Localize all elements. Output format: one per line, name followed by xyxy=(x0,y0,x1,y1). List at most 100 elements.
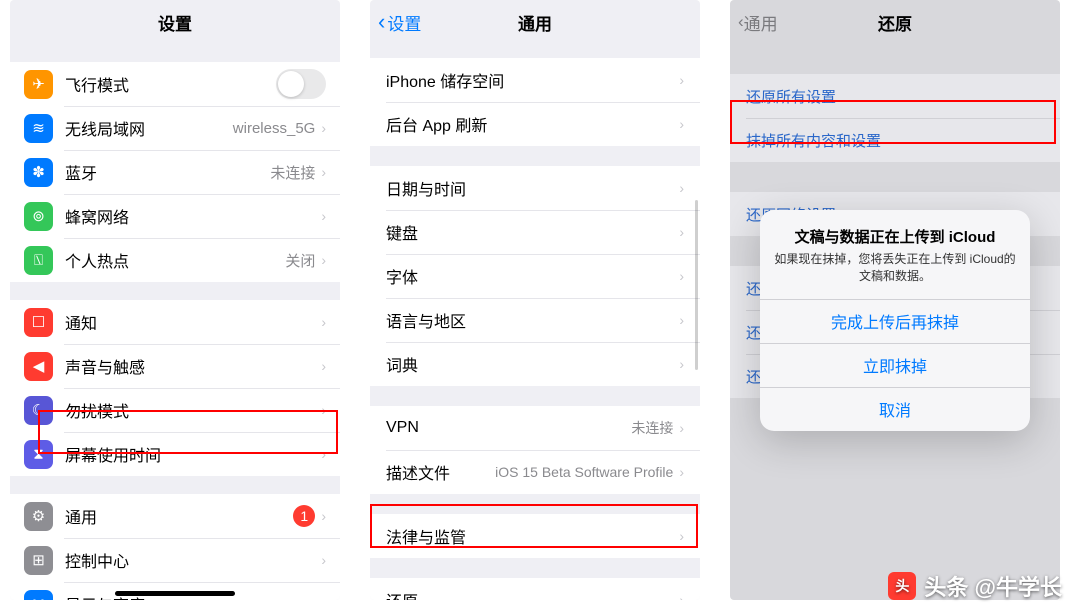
row-label: 法律与监管 xyxy=(386,524,679,548)
row-label: 蓝牙 xyxy=(65,160,270,184)
alert-button-cancel[interactable]: 取消 xyxy=(760,387,1030,431)
row-label: 键盘 xyxy=(386,220,679,244)
badge: 1 xyxy=(293,505,315,527)
row-cellular[interactable]: ⊚ 蜂窝网络› xyxy=(10,194,340,238)
chevron-right-icon: › xyxy=(679,180,684,196)
row-control-center[interactable]: ⊞ 控制中心› xyxy=(10,538,340,582)
row-label: 蜂窝网络 xyxy=(65,204,321,228)
alert-button-finish-upload[interactable]: 完成上传后再抹掉 xyxy=(760,299,1030,343)
chevron-right-icon: › xyxy=(679,592,684,600)
watermark: 头 头条 @牛学长 xyxy=(888,570,1062,602)
row-label: VPN xyxy=(386,419,631,437)
row-label: 声音与触感 xyxy=(65,354,321,378)
row-bluetooth[interactable]: ✽ 蓝牙未连接 › xyxy=(10,150,340,194)
display-icon: AA xyxy=(24,590,53,601)
row-value: 未连接 xyxy=(270,162,315,183)
settings-screen: 设置 ✈飞行模式≋无线局域网wireless_5G›✽蓝牙未连接›⊚蜂窝网络›⍂… xyxy=(10,0,340,600)
alert-message: 如果现在抹掉，您将丢失正在上传到 iCloud的文稿和数据。 xyxy=(774,251,1016,285)
row-label: 字体 xyxy=(386,264,679,288)
chevron-right-icon: › xyxy=(321,552,326,568)
navbar: ‹设置 通用 xyxy=(370,0,700,44)
row-label: 描述文件 xyxy=(386,460,495,484)
row-label: 通用 xyxy=(65,504,293,528)
chevron-right-icon: › xyxy=(321,120,326,136)
nav-title: 通用 xyxy=(370,10,700,35)
row-label: 无线局域网 xyxy=(65,116,233,140)
row-还原[interactable]: 还原› xyxy=(370,578,700,600)
row-label: iPhone 储存空间 xyxy=(386,68,679,92)
row-语言与地区[interactable]: 语言与地区› xyxy=(370,298,700,342)
scrollbar[interactable] xyxy=(695,200,698,370)
chevron-right-icon: › xyxy=(679,528,684,544)
chevron-right-icon: › xyxy=(321,314,326,330)
row-后台 App 刷新[interactable]: 后台 App 刷新› xyxy=(370,102,700,146)
row-label: 控制中心 xyxy=(65,548,321,572)
sounds-icon: ◀ xyxy=(24,352,53,381)
row-日期与时间[interactable]: 日期与时间› xyxy=(370,166,700,210)
nav-title: 还原 xyxy=(730,10,1060,35)
chevron-right-icon: › xyxy=(679,268,684,284)
row-字体[interactable]: 字体› xyxy=(370,254,700,298)
reset-screen: ‹通用 还原 还原所有设置抹掉所有内容和设置 还原网络设置 还原键还原主还原位 … xyxy=(730,0,1060,600)
row-label: 还原 xyxy=(386,588,679,600)
reset-option[interactable]: 抹掉所有内容和设置 xyxy=(730,118,1060,162)
alert-dialog: 文稿与数据正在上传到 iCloud 如果现在抹掉，您将丢失正在上传到 iClou… xyxy=(760,210,1030,431)
chevron-right-icon: › xyxy=(321,508,326,524)
chevron-right-icon: › xyxy=(679,464,684,480)
alert-button-erase-now[interactable]: 立即抹掉 xyxy=(760,343,1030,387)
row-label: 飞行模式 xyxy=(65,72,276,96)
row-airplane[interactable]: ✈ 飞行模式 xyxy=(10,62,340,106)
row-法律与监管[interactable]: 法律与监管› xyxy=(370,514,700,558)
watermark-logo-icon: 头 xyxy=(888,572,916,600)
chevron-right-icon: › xyxy=(679,72,684,88)
row-label: 还原所有设置 xyxy=(746,86,836,107)
dnd-icon: ☾ xyxy=(24,396,53,425)
row-hotspot[interactable]: ⍂个人热点关闭› xyxy=(10,238,340,282)
row-general[interactable]: ⚙ 通用1 › xyxy=(10,494,340,538)
chevron-right-icon: › xyxy=(679,116,684,132)
chevron-right-icon: › xyxy=(679,420,684,436)
row-sounds[interactable]: ◀声音与触感› xyxy=(10,344,340,388)
control-center-icon: ⊞ xyxy=(24,546,53,575)
bluetooth-icon: ✽ xyxy=(24,158,53,187)
wifi-icon: ≋ xyxy=(24,114,53,143)
cellular-icon: ⊚ xyxy=(24,202,53,231)
general-screen: ‹设置 通用 iPhone 储存空间›后台 App 刷新›日期与时间›键盘›字体… xyxy=(370,0,700,600)
row-notifications[interactable]: ☐通知› xyxy=(10,300,340,344)
notifications-icon: ☐ xyxy=(24,308,53,337)
nav-title: 设置 xyxy=(10,0,340,44)
chevron-right-icon: › xyxy=(321,208,326,224)
row-label: 抹掉所有内容和设置 xyxy=(746,130,881,151)
toggle[interactable] xyxy=(276,69,326,99)
home-indicator xyxy=(115,591,235,596)
row-键盘[interactable]: 键盘› xyxy=(370,210,700,254)
row-screentime[interactable]: ⧗ 屏幕使用时间› xyxy=(10,432,340,476)
row-value: iOS 15 Beta Software Profile xyxy=(495,464,673,480)
hotspot-icon: ⍂ xyxy=(24,246,53,275)
row-iPhone 储存空间[interactable]: iPhone 储存空间› xyxy=(370,58,700,102)
chevron-right-icon: › xyxy=(321,596,326,600)
row-label: 词典 xyxy=(386,352,679,376)
screentime-icon: ⧗ xyxy=(24,440,53,469)
row-value: 未连接 xyxy=(631,418,673,438)
row-描述文件[interactable]: 描述文件iOS 15 Beta Software Profile › xyxy=(370,450,700,494)
row-词典[interactable]: 词典› xyxy=(370,342,700,386)
reset-option[interactable]: 还原所有设置 xyxy=(730,74,1060,118)
chevron-right-icon: › xyxy=(679,312,684,328)
row-value: 关闭 xyxy=(285,250,315,271)
chevron-right-icon: › xyxy=(321,402,326,418)
row-value: wireless_5G xyxy=(233,120,316,137)
airplane-icon: ✈ xyxy=(24,70,53,99)
row-label: 屏幕使用时间 xyxy=(65,442,321,466)
row-wifi[interactable]: ≋ 无线局域网wireless_5G › xyxy=(10,106,340,150)
row-dnd[interactable]: ☾勿扰模式› xyxy=(10,388,340,432)
row-label: 日期与时间 xyxy=(386,176,679,200)
chevron-right-icon: › xyxy=(321,446,326,462)
chevron-right-icon: › xyxy=(679,356,684,372)
general-icon: ⚙ xyxy=(24,502,53,531)
chevron-right-icon: › xyxy=(679,224,684,240)
alert-title: 文稿与数据正在上传到 iCloud xyxy=(774,226,1016,247)
chevron-right-icon: › xyxy=(321,164,326,180)
row-VPN[interactable]: VPN未连接 › xyxy=(370,406,700,450)
row-label: 后台 App 刷新 xyxy=(386,112,679,136)
